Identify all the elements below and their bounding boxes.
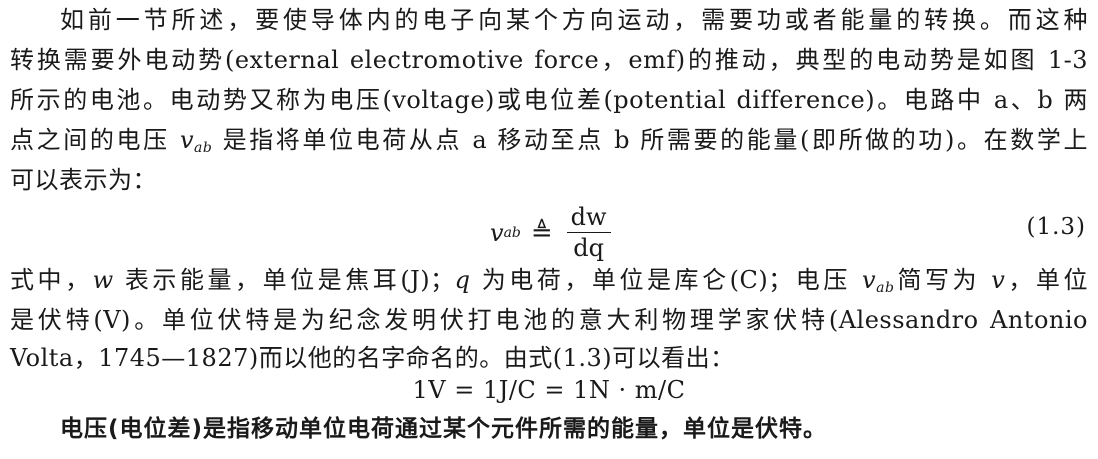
- p2-text-c: 为电荷，单位是库仑(C)；电压: [470, 266, 863, 294]
- charge-symbol: q: [454, 266, 471, 294]
- paragraph1-line2: 转换需要外电动势(external electromotive force，em…: [10, 46, 1088, 74]
- p2-text-b: 表示能量，单位是焦耳(J)；: [113, 266, 455, 294]
- line4-suffix: 是指将单位电荷从点 a 移动至点 b 所需要的能量(即所做的功)。在数学上: [212, 126, 1088, 154]
- paragraph1-line1: 如前一节所述，要使导体内的电子向某个方向运动，需要功或者能量的转换。而这种: [60, 6, 1088, 34]
- equation-denominator: dq: [573, 234, 604, 262]
- p2-text-a: 式中，: [10, 266, 93, 294]
- equation-lhs-var: v: [490, 218, 504, 247]
- unit-equation: 1V = 1J/C = 1N · m/C: [412, 376, 686, 404]
- textbook-page: 如前一节所述，要使导体内的电子向某个方向运动，需要功或者能量的转换。而这种 转换…: [0, 0, 1098, 459]
- equation-numerator: dw: [566, 204, 611, 233]
- equation-body: v ab ≜ dw dq: [490, 204, 611, 261]
- equation-fraction: dw dq: [566, 204, 611, 262]
- paragraph1-line3: 所示的电池。电动势又称为电压(voltage)或电位差(potential di…: [10, 86, 1088, 114]
- paragraph2-line1: 式中，w 表示能量，单位是焦耳(J)；q 为电荷，单位是库仑(C)；电压 vab…: [10, 264, 1088, 304]
- line4-prefix: 点之间的电压: [10, 126, 180, 154]
- equation-lhs-subscript: ab: [503, 224, 521, 241]
- p2-text-d: 简写为: [894, 266, 992, 294]
- paragraph1-line4: 点之间的电压 vab 是指将单位电荷从点 a 移动至点 b 所需要的能量(即所做…: [10, 124, 1088, 164]
- paragraph1-line5: 可以表示为：: [10, 166, 157, 194]
- equation-number: (1.3): [1026, 214, 1086, 240]
- voltage-symbol-2: v: [862, 266, 877, 294]
- voltage-subscript-2: ab: [876, 280, 895, 296]
- paragraph2-line3: Volta，1745—1827)而以他的名字命名的。由式(1.3)可以看出：: [10, 344, 735, 372]
- voltage-subscript: ab: [194, 140, 213, 156]
- conclusion-statement: 电压(电位差)是指移动单位电荷通过某个元件所需的能量，单位是伏特。: [60, 416, 828, 442]
- equation-operator: ≜: [530, 217, 553, 248]
- p2-text-e: ，单位: [1005, 266, 1088, 294]
- energy-symbol: w: [92, 266, 114, 294]
- voltage-symbol-short: v: [991, 266, 1006, 294]
- equation-1-3: v ab ≜ dw dq (1.3): [0, 198, 1098, 261]
- paragraph2-line2: 是伏特(V)。单位伏特是为纪念发明伏打电池的意大利物理学家伏特(Alessand…: [10, 306, 1088, 334]
- voltage-symbol: v: [179, 126, 195, 154]
